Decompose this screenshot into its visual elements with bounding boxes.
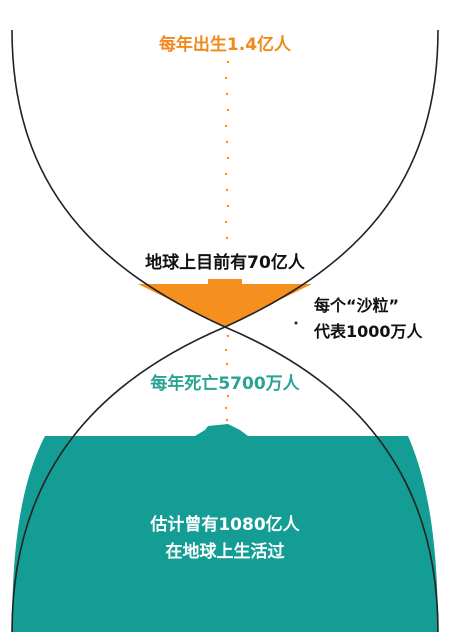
total-ever-lived-line2: 在地球上生活过	[165, 542, 285, 562]
current-population-label: 地球上目前有70亿人	[145, 253, 305, 273]
falling-grains-top	[224, 60, 230, 240]
grain-pointer-dot	[294, 321, 298, 325]
grain-legend-line1: 每个“沙粒”	[314, 296, 400, 315]
sand-grain	[225, 418, 229, 422]
deaths-per-year-label: 每年死亡5700万人	[150, 374, 300, 394]
sand-grain	[225, 236, 229, 240]
sand-grain	[224, 124, 228, 128]
sand-grain	[224, 172, 228, 176]
top-sand	[138, 279, 312, 327]
sand-grain	[224, 76, 228, 80]
grain-legend: 每个“沙粒” 代表1000万人	[314, 293, 423, 345]
sand-grain	[224, 406, 228, 410]
sand-grain	[224, 348, 228, 352]
sand-grain	[226, 108, 230, 112]
grain-legend-line2: 代表1000万人	[314, 322, 423, 341]
sand-grain	[226, 204, 230, 208]
sand-grain	[225, 188, 229, 192]
sand-grain	[225, 140, 229, 144]
sand-grain	[224, 220, 228, 224]
sand-grain	[225, 362, 229, 366]
sand-grain	[226, 394, 230, 398]
sand-grain	[225, 92, 229, 96]
total-ever-lived-label: 估计曾有1080亿人 在地球上生活过	[0, 512, 450, 566]
sand-grain	[226, 334, 230, 338]
total-ever-lived-line1: 估计曾有1080亿人	[150, 515, 300, 535]
sand-grain	[226, 156, 230, 160]
sand-grain	[226, 60, 230, 64]
births-per-year-label: 每年出生1.4亿人	[158, 35, 292, 55]
